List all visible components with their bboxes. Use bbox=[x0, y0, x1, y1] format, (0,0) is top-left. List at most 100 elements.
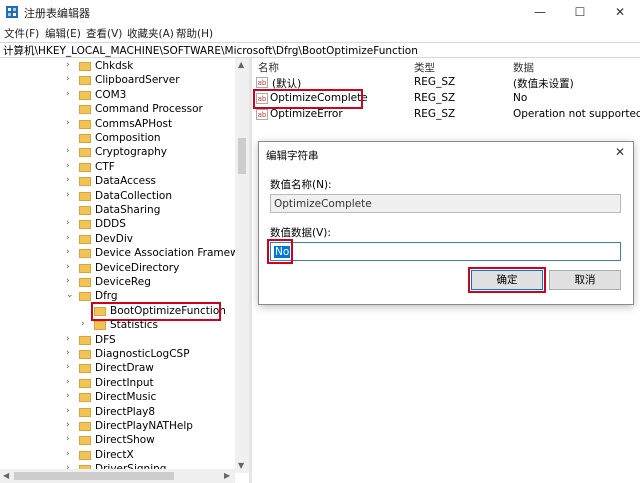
cancel-button[interactable]: 取消 bbox=[549, 270, 621, 290]
expand-chevron-icon[interactable]: › bbox=[66, 362, 70, 372]
tree-horizontal-scrollbar[interactable]: ◀ ▶ bbox=[0, 469, 235, 483]
folder-icon bbox=[79, 249, 91, 259]
address-bar[interactable]: 计算机\HKEY_LOCAL_MACHINE\SOFTWARE\Microsof… bbox=[0, 42, 640, 58]
tree-item-label: DeviceDirectory bbox=[95, 261, 180, 274]
expand-chevron-icon[interactable]: › bbox=[66, 218, 70, 228]
collapse-chevron-icon[interactable]: ⌄ bbox=[66, 290, 74, 300]
tree-item-dataaccess[interactable]: › DataAccess bbox=[0, 175, 235, 189]
tree-hscroll-thumb[interactable] bbox=[14, 472, 174, 480]
tree-item-statistics[interactable]: › Statistics bbox=[0, 319, 235, 333]
tree-item-directinput[interactable]: › DirectInput bbox=[0, 377, 235, 391]
tree-item-cryptography[interactable]: › Cryptography bbox=[0, 146, 235, 160]
tree-item-diagnosticlogcsp[interactable]: › DiagnosticLogCSP bbox=[0, 348, 235, 362]
folder-icon bbox=[79, 62, 91, 71]
tree-item-directmusic[interactable]: › DirectMusic bbox=[0, 391, 235, 405]
folder-icon bbox=[79, 407, 91, 417]
expand-chevron-icon[interactable]: › bbox=[66, 89, 70, 99]
menu-bar: 文件(F) 编辑(E) 查看(V) 收藏夹(A) 帮助(H) bbox=[0, 24, 640, 42]
expand-chevron-icon[interactable]: › bbox=[66, 391, 70, 401]
menu-help[interactable]: 帮助(H) bbox=[176, 26, 213, 41]
folder-icon bbox=[79, 119, 91, 129]
value-type: REG_SZ bbox=[414, 92, 456, 104]
column-header-name[interactable]: 名称 bbox=[258, 60, 279, 75]
tree-item-label: Command Processor bbox=[95, 103, 203, 116]
value-row[interactable]: ab OptimizeError REG_SZ Operation not su… bbox=[252, 107, 640, 123]
expand-chevron-icon[interactable]: › bbox=[66, 276, 70, 286]
expand-chevron-icon[interactable]: › bbox=[66, 146, 70, 156]
value-name-field[interactable]: OptimizeComplete bbox=[270, 194, 621, 213]
highlight-box-data bbox=[267, 239, 293, 264]
tree-item-clipboardserver[interactable]: › ClipboardServer bbox=[0, 74, 235, 88]
tree-item-devdiv[interactable]: › DevDiv bbox=[0, 233, 235, 247]
tree-item-label: Device Association Framewor bbox=[95, 247, 235, 260]
expand-chevron-icon[interactable]: › bbox=[66, 406, 70, 416]
menu-favorites[interactable]: 收藏夹(A) bbox=[127, 26, 174, 41]
expand-chevron-icon[interactable]: › bbox=[66, 60, 70, 70]
expand-chevron-icon[interactable]: › bbox=[66, 161, 70, 171]
tree-item-bootoptimizefunction[interactable]: BootOptimizeFunction bbox=[0, 301, 235, 321]
tree-item-label: COM3 bbox=[95, 88, 127, 101]
expand-chevron-icon[interactable]: › bbox=[66, 247, 70, 257]
tree-item-datacollection[interactable]: › DataCollection bbox=[0, 190, 235, 204]
scroll-left-icon[interactable]: ◀ bbox=[3, 471, 9, 480]
tree-item-directshow[interactable]: › DirectShow bbox=[0, 434, 235, 448]
folder-icon bbox=[79, 177, 91, 187]
tree-item-command-processor[interactable]: Command Processor bbox=[0, 103, 235, 117]
folder-icon bbox=[79, 206, 91, 215]
expand-chevron-icon[interactable]: › bbox=[66, 262, 70, 272]
scroll-up-icon[interactable]: ▲ bbox=[238, 60, 244, 69]
tree-item-directplay8[interactable]: › DirectPlay8 bbox=[0, 406, 235, 420]
tree-item-label: DeviceReg bbox=[95, 276, 151, 288]
menu-file[interactable]: 文件(F) bbox=[4, 26, 39, 41]
scroll-right-icon[interactable]: ▶ bbox=[224, 471, 230, 480]
expand-chevron-icon[interactable]: › bbox=[66, 74, 70, 84]
menu-view[interactable]: 查看(V) bbox=[86, 26, 122, 41]
expand-chevron-icon[interactable]: › bbox=[66, 334, 70, 344]
expand-chevron-icon[interactable]: › bbox=[66, 190, 70, 200]
expand-chevron-icon[interactable]: › bbox=[66, 377, 70, 387]
dialog-close-icon[interactable]: ✕ bbox=[615, 145, 625, 159]
tree-item-composition[interactable]: Composition bbox=[0, 132, 235, 146]
expand-chevron-icon[interactable]: › bbox=[66, 175, 70, 185]
tree-scroll-thumb[interactable] bbox=[238, 138, 246, 174]
expand-chevron-icon[interactable]: › bbox=[66, 449, 70, 459]
expand-chevron-icon[interactable]: › bbox=[66, 233, 70, 243]
tree-vertical-scrollbar[interactable]: ▲ ▼ bbox=[235, 58, 249, 473]
expand-chevron-icon[interactable]: › bbox=[66, 348, 70, 358]
tree-item-chkdsk[interactable]: › Chkdsk bbox=[0, 60, 235, 74]
expand-chevron-icon[interactable]: › bbox=[66, 118, 70, 128]
tree-item-label: DirectX bbox=[95, 448, 134, 461]
value-data-field[interactable]: No bbox=[270, 242, 621, 261]
expand-chevron-icon[interactable]: › bbox=[81, 319, 85, 329]
tree-item-datasharing[interactable]: DataSharing bbox=[0, 204, 235, 218]
column-header-data[interactable]: 数据 bbox=[513, 60, 534, 75]
tree-item-ddds[interactable]: › DDDS bbox=[0, 218, 235, 232]
tree-item-label: DirectPlayNATHelp bbox=[95, 420, 193, 432]
tree-item-dfs[interactable]: › DFS bbox=[0, 334, 235, 348]
tree-item-label: Statistics bbox=[110, 319, 158, 332]
tree-item-label: DirectPlay8 bbox=[95, 405, 156, 418]
tree-item-com3[interactable]: › COM3 bbox=[0, 89, 235, 103]
value-data: No bbox=[513, 92, 528, 104]
maximize-button[interactable]: ☐ bbox=[560, 0, 600, 24]
expand-chevron-icon[interactable]: › bbox=[66, 434, 70, 444]
folder-icon bbox=[79, 76, 91, 86]
scroll-down-icon[interactable]: ▼ bbox=[238, 461, 244, 470]
highlight-box-value-name bbox=[253, 89, 363, 109]
address-path[interactable]: 计算机\HKEY_LOCAL_MACHINE\SOFTWARE\Microsof… bbox=[3, 43, 418, 58]
tree-item-ctf[interactable]: › CTF bbox=[0, 161, 235, 175]
minimize-button[interactable]: — bbox=[520, 0, 560, 24]
tree-item-directdraw[interactable]: › DirectDraw bbox=[0, 362, 235, 376]
tree-item-commsaphost[interactable]: › CommsAPHost bbox=[0, 118, 235, 132]
tree-item-directx[interactable]: › DirectX bbox=[0, 449, 235, 463]
tree-item-directplaynathelp[interactable]: › DirectPlayNATHelp bbox=[0, 420, 235, 434]
expand-chevron-icon[interactable]: › bbox=[66, 420, 70, 430]
tree-item-devicereg[interactable]: › DeviceReg bbox=[0, 276, 235, 290]
tree-item-devicedirectory[interactable]: › DeviceDirectory bbox=[0, 262, 235, 276]
menu-edit[interactable]: 编辑(E) bbox=[45, 26, 81, 41]
title-bar: 注册表编辑器 — ☐ ✕ bbox=[0, 0, 640, 24]
close-window-button[interactable]: ✕ bbox=[600, 0, 640, 24]
column-header-type[interactable]: 类型 bbox=[414, 60, 435, 75]
tree-item-device-association-framewor[interactable]: › Device Association Framewor bbox=[0, 247, 235, 261]
string-value-icon: ab bbox=[256, 77, 268, 88]
